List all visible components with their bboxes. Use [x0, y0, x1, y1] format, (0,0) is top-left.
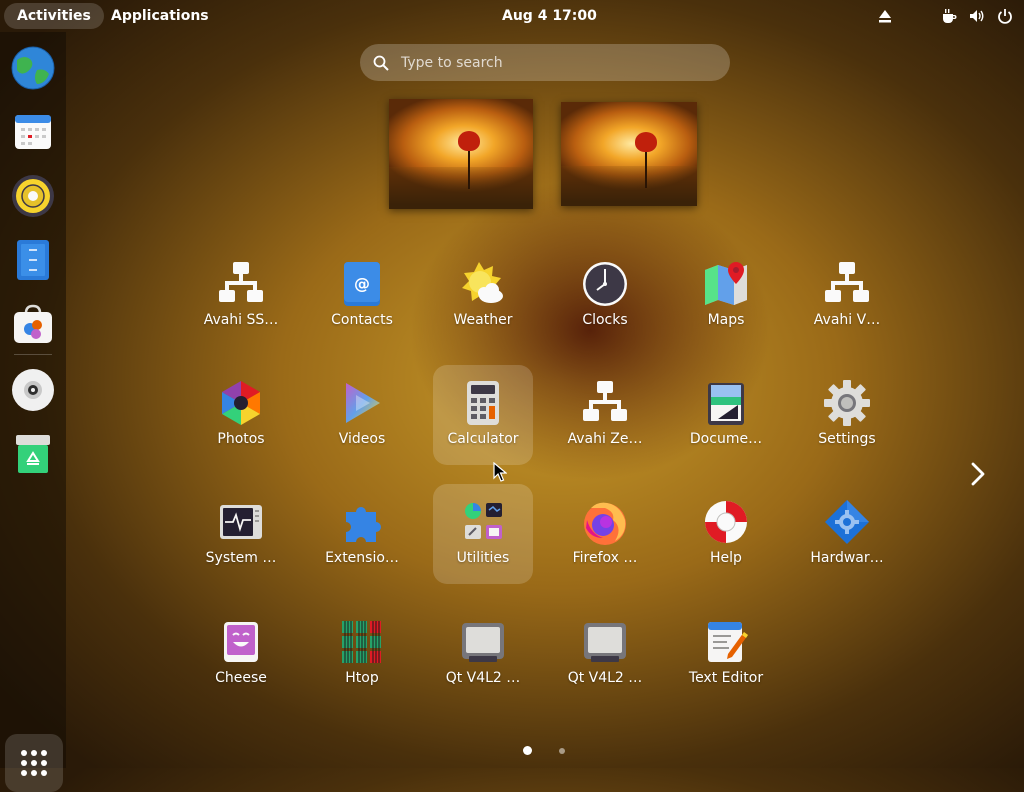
- search-placeholder: Type to search: [401, 54, 503, 71]
- app-label: Weather: [453, 312, 513, 328]
- text-document-icon[interactable]: [9, 236, 57, 284]
- app-hardware[interactable]: Hardwar…: [797, 484, 897, 584]
- app-maps[interactable]: Maps: [676, 246, 776, 346]
- app-label: Settings: [818, 431, 876, 447]
- app-photos[interactable]: Photos: [191, 365, 291, 465]
- app-label: Photos: [217, 431, 265, 447]
- calendar-icon[interactable]: [9, 108, 57, 156]
- app-label: Hardwar…: [810, 550, 884, 566]
- web-browser-icon[interactable]: [9, 44, 57, 92]
- app-qt-v4l2-2[interactable]: Qt V4L2 …: [555, 604, 655, 704]
- extensions-icon: [346, 506, 381, 542]
- chevron-right-icon[interactable]: [965, 460, 991, 488]
- network-icon: [825, 262, 869, 302]
- app-label: Qt V4L2 …: [567, 670, 643, 686]
- app-folder-utilities[interactable]: Utilities: [433, 484, 533, 584]
- app-label: Clocks: [582, 312, 628, 328]
- app-document-viewer[interactable]: Docume…: [676, 365, 776, 465]
- app-videos[interactable]: Videos: [312, 365, 412, 465]
- page-indicator-1[interactable]: [523, 746, 532, 755]
- app-label: Videos: [338, 431, 386, 447]
- search-field[interactable]: Type to search: [360, 44, 730, 81]
- calculator-icon: [467, 381, 499, 425]
- cheese-icon: [224, 622, 258, 662]
- trash-icon[interactable]: [9, 430, 57, 478]
- workspace-thumbnail-1[interactable]: [389, 99, 533, 209]
- app-calculator[interactable]: Calculator: [433, 365, 533, 465]
- videos-icon: [346, 383, 380, 423]
- app-htop[interactable]: Htop: [312, 604, 412, 704]
- app-firefox[interactable]: Firefox …: [555, 484, 655, 584]
- network-icon: [219, 262, 263, 302]
- app-qt-v4l2-1[interactable]: Qt V4L2 …: [433, 604, 533, 704]
- webcam-icon: [584, 623, 626, 662]
- app-avahi-ssh[interactable]: Avahi SS…: [191, 246, 291, 346]
- app-label: Htop: [345, 670, 379, 686]
- app-label: Avahi V…: [813, 312, 881, 328]
- power-icon[interactable]: [996, 7, 1014, 25]
- system-monitor-icon: [220, 505, 262, 539]
- app-label: Avahi SS…: [203, 312, 279, 328]
- app-label: Utilities: [456, 550, 510, 566]
- app-extensions[interactable]: Extensio…: [312, 484, 412, 584]
- dash-separator: [14, 354, 52, 355]
- app-label: Maps: [707, 312, 745, 328]
- help-lifebuoy-icon: [705, 501, 747, 543]
- app-label: System …: [205, 550, 277, 566]
- disc-icon[interactable]: [9, 366, 57, 414]
- app-label: Avahi Ze…: [567, 431, 643, 447]
- mouse-cursor-icon: [493, 462, 507, 482]
- settings-gear-icon: [824, 380, 870, 426]
- activities-button[interactable]: Activities: [4, 3, 104, 29]
- rhythmbox-icon[interactable]: [9, 172, 57, 220]
- webcam-icon: [462, 623, 504, 662]
- clock[interactable]: Aug 4 17:00: [502, 0, 597, 32]
- app-label: Firefox …: [572, 550, 638, 566]
- weather-icon: [462, 262, 503, 303]
- eject-icon[interactable]: [876, 7, 894, 25]
- app-clocks[interactable]: Clocks: [555, 246, 655, 346]
- coffee-icon[interactable]: [940, 7, 958, 25]
- app-label: Extensio…: [325, 550, 399, 566]
- software-center-icon[interactable]: [9, 300, 57, 348]
- clock-icon: [583, 262, 627, 306]
- app-text-editor[interactable]: Text Editor: [676, 604, 776, 704]
- app-label: Cheese: [215, 670, 267, 686]
- page-indicator-2[interactable]: [559, 748, 565, 754]
- system-tray[interactable]: [876, 0, 1014, 32]
- text-editor-icon: [708, 622, 748, 662]
- search-icon: [373, 55, 389, 71]
- folder-grid-icon: [465, 503, 502, 539]
- app-label: Calculator: [447, 431, 519, 447]
- app-label: Help: [710, 550, 742, 566]
- svg-text:@: @: [354, 274, 370, 293]
- app-label: Qt V4L2 …: [445, 670, 521, 686]
- show-apps-button[interactable]: [5, 734, 63, 792]
- dash: [0, 32, 66, 792]
- app-settings[interactable]: Settings: [797, 365, 897, 465]
- applications-menu[interactable]: Applications: [111, 0, 209, 32]
- contacts-icon: @: [344, 262, 380, 306]
- workspace-thumbnail-2[interactable]: [561, 102, 697, 206]
- htop-icon: [342, 621, 381, 663]
- photos-icon: [222, 381, 260, 425]
- app-label: Contacts: [331, 312, 393, 328]
- volume-icon[interactable]: [968, 7, 986, 25]
- app-label: Docume…: [689, 431, 763, 447]
- maps-icon: [705, 262, 747, 305]
- grid-icon: [21, 750, 47, 776]
- top-bar: Activities Applications Aug 4 17:00: [0, 0, 1024, 32]
- app-weather[interactable]: Weather: [433, 246, 533, 346]
- app-avahi-vnc[interactable]: Avahi V…: [797, 246, 897, 346]
- app-system-monitor[interactable]: System …: [191, 484, 291, 584]
- firefox-icon: [584, 502, 626, 545]
- network-icon: [583, 381, 627, 421]
- app-cheese[interactable]: Cheese: [191, 604, 291, 704]
- hardware-icon: [825, 500, 869, 544]
- app-help[interactable]: Help: [676, 484, 776, 584]
- document-viewer-icon: [708, 383, 744, 425]
- app-avahi-zeroconf[interactable]: Avahi Ze…: [555, 365, 655, 465]
- app-label: Text Editor: [688, 670, 764, 686]
- app-contacts[interactable]: @ Contacts: [312, 246, 412, 346]
